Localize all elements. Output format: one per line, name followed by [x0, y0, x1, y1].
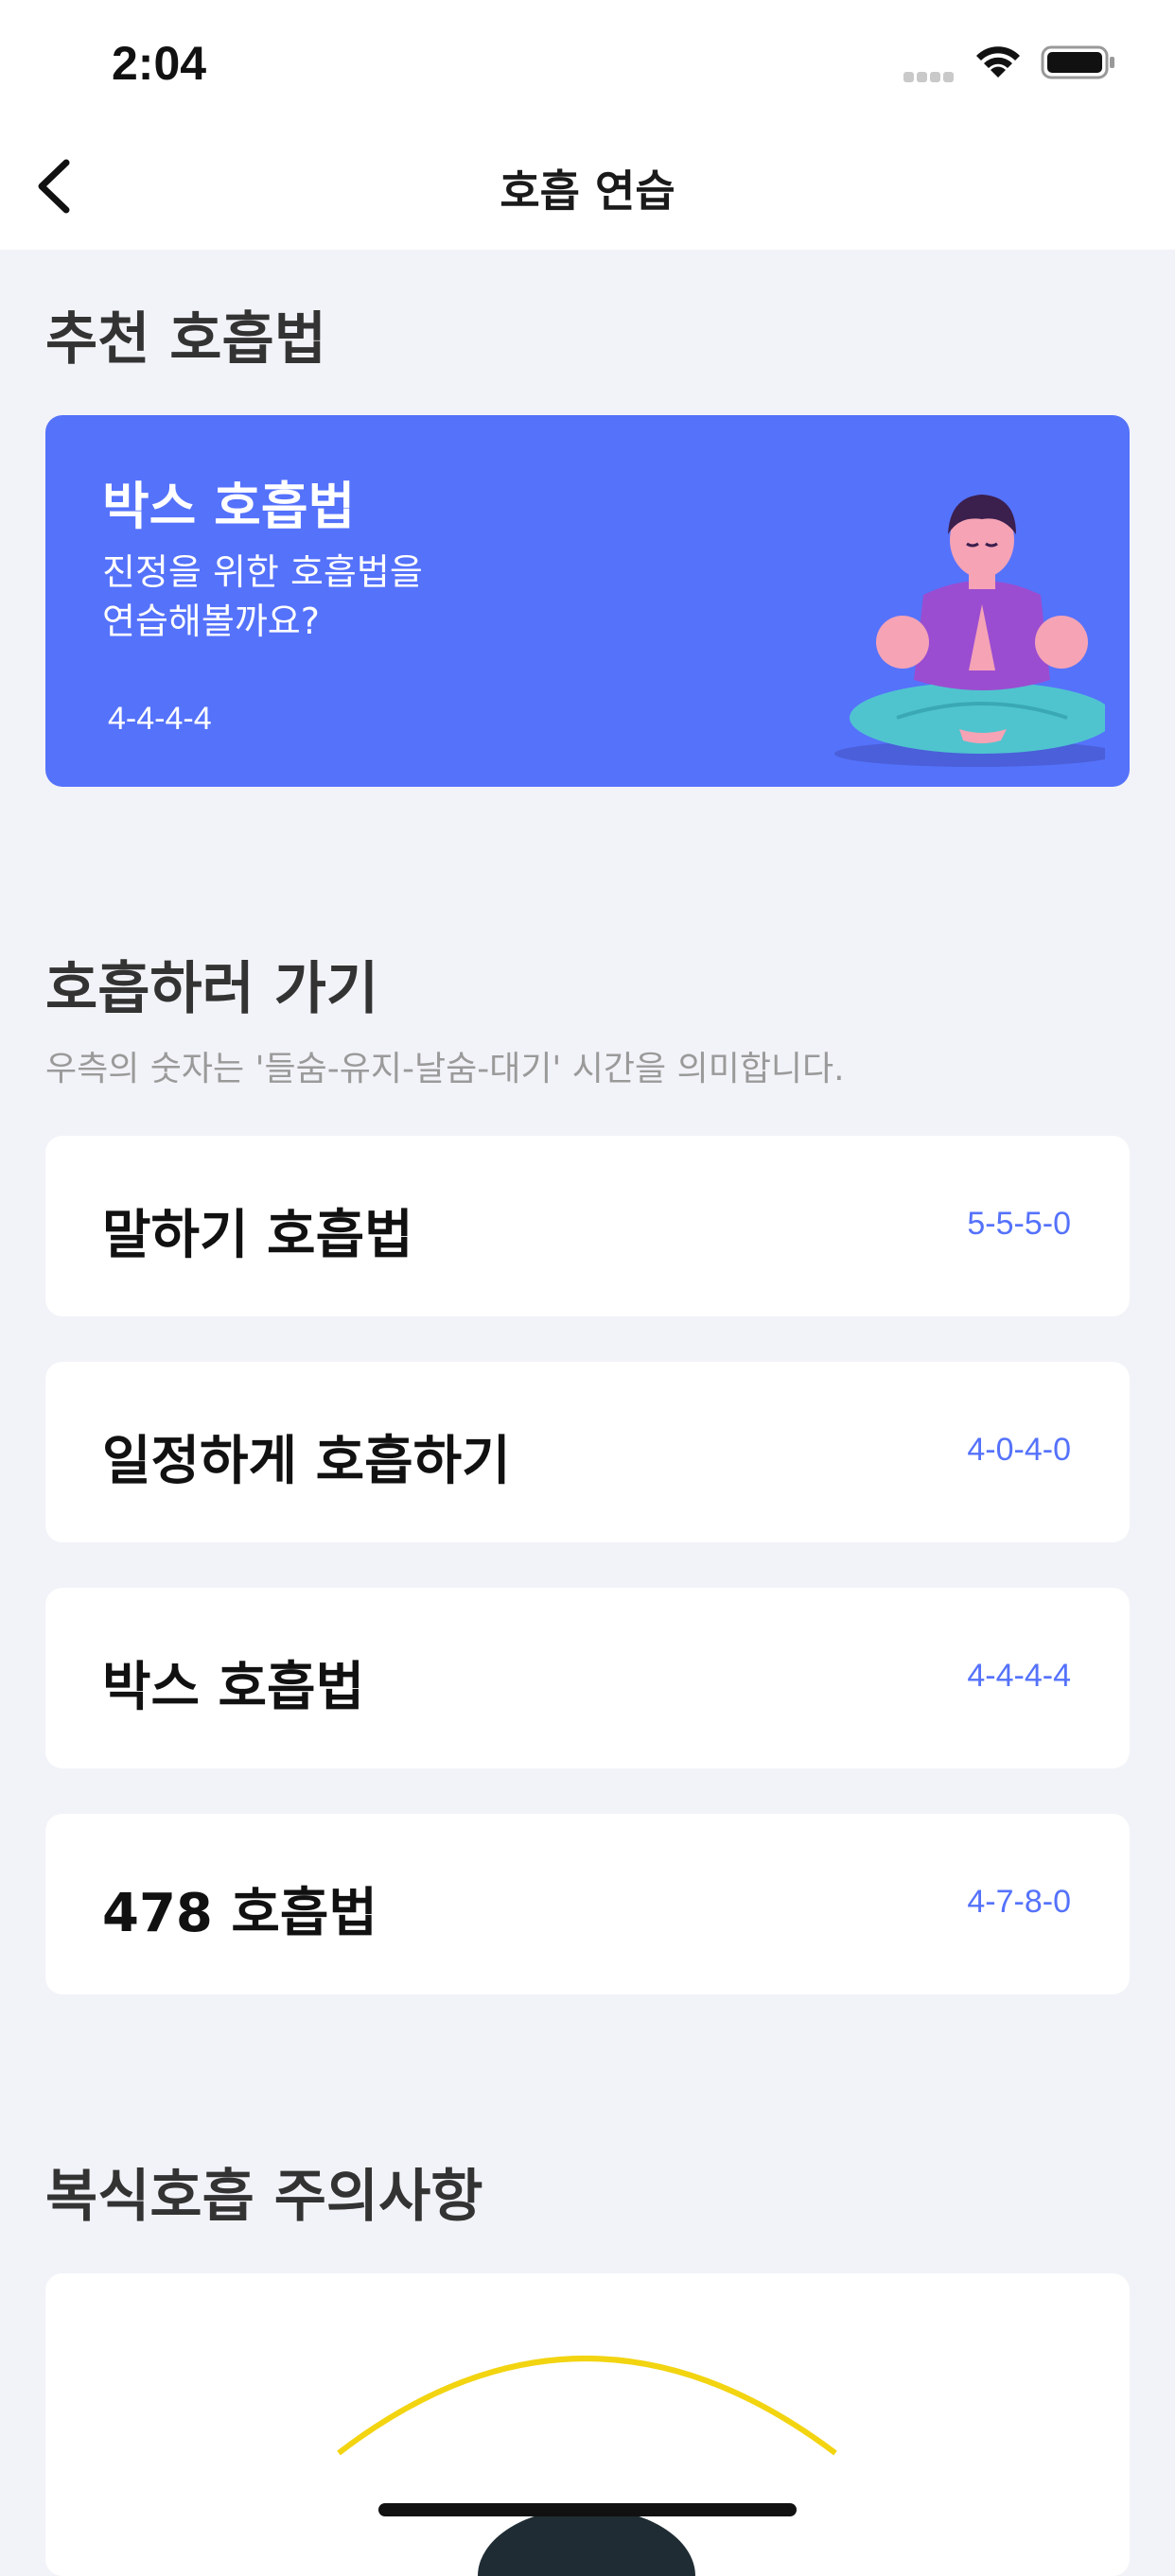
breathing-item-speaking[interactable]: 말하기 호흡법 5-5-5-0 [45, 1136, 1130, 1316]
status-time: 2:04 [112, 37, 207, 90]
recommended-section-title: 추천 호흡법 [45, 306, 326, 373]
recommended-card[interactable]: 박스 호흡법 진정을 위한 호흡법을 연습해볼까요? 4-4-4-4 [45, 415, 1130, 787]
home-indicator [378, 2503, 797, 2516]
recommended-card-pattern: 4-4-4-4 [108, 701, 212, 737]
recommended-card-title: 박스 호흡법 [102, 477, 356, 536]
caution-illustration [337, 2356, 837, 2576]
battery-icon [1041, 45, 1114, 79]
meditation-illustration [834, 495, 1105, 767]
breathing-item-label: 일정하게 호흡하기 [102, 1431, 511, 1492]
page-title: 호흡 연습 [500, 165, 675, 217]
breathing-item-box[interactable]: 박스 호흡법 4-4-4-4 [45, 1588, 1130, 1768]
breathing-subtitle: 우측의 숫자는 '들숨-유지-날숨-대기' 시간을 의미합니다. [45, 1050, 845, 1088]
cellular-signal-icon [903, 68, 960, 82]
breathing-item-pattern: 4-0-4-0 [967, 1432, 1071, 1468]
content-area: 추천 호흡법 박스 호흡법 진정을 위한 호흡법을 연습해볼까요? 4-4-4-… [0, 250, 1175, 2576]
nav-bar: 호흡 연습 [0, 129, 1175, 250]
status-bar: 2:04 [0, 0, 1175, 129]
caution-section-title: 복식호흡 주의사항 [45, 2164, 483, 2230]
recommended-card-description-line1: 진정을 위한 호흡법을 [102, 551, 423, 593]
recommended-card-description: 진정을 위한 호흡법을 연습해볼까요? [102, 548, 594, 646]
caution-card[interactable] [45, 2273, 1130, 2576]
breathing-item-label: 박스 호흡법 [102, 1657, 365, 1718]
breathing-item-steady[interactable]: 일정하게 호흡하기 4-0-4-0 [45, 1362, 1130, 1542]
breathing-item-pattern: 5-5-5-0 [967, 1206, 1071, 1242]
breathing-item-pattern: 4-7-8-0 [967, 1884, 1071, 1920]
breathing-item-478[interactable]: 478 호흡법 4-7-8-0 [45, 1814, 1130, 1994]
breathing-item-label: 말하기 호흡법 [102, 1205, 413, 1266]
breathing-item-pattern: 4-4-4-4 [967, 1658, 1071, 1694]
wifi-icon [976, 46, 1020, 78]
recommended-card-description-line2: 연습해볼까요? [102, 600, 320, 642]
breathing-section-title: 호흡하러 가기 [45, 956, 379, 1022]
breathing-item-label: 478 호흡법 [102, 1883, 377, 1944]
